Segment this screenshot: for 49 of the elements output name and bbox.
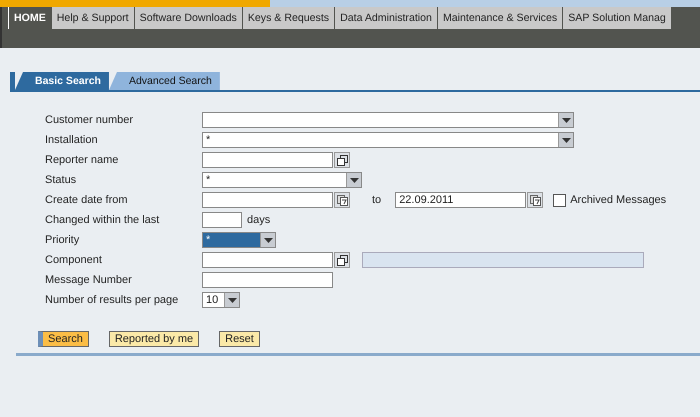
field-label: Priority: [45, 234, 80, 246]
copy-icon: [336, 254, 348, 266]
to-label: to: [372, 194, 382, 206]
dropdown-caret-icon: [228, 298, 236, 302]
field-label: Installation: [45, 134, 99, 146]
action-button[interactable]: Reset: [219, 331, 260, 347]
dropdown-caret-icon: [562, 118, 570, 122]
nav-tab[interactable]: Maintenance & Services: [438, 7, 562, 29]
nav-tab[interactable]: Help & Support: [52, 7, 134, 29]
nav-tab[interactable]: Keys & Requests: [242, 7, 334, 29]
checkbox[interactable]: [553, 194, 566, 206]
field-label: Component: [45, 254, 103, 266]
calendar-button[interactable]: [527, 192, 544, 208]
checkbox-label: Archived Messages: [570, 194, 666, 206]
copy-icon: [336, 154, 348, 166]
calendar-button[interactable]: [334, 192, 350, 208]
dropdown-field[interactable]: 10: [202, 292, 240, 308]
dropdown-field[interactable]: *: [202, 172, 362, 188]
dropdown-field[interactable]: *: [202, 232, 276, 248]
action-button[interactable]: Reported by me: [108, 331, 200, 347]
field-label: Number of results per page: [45, 294, 180, 306]
search-tab[interactable]: Advanced Search: [108, 72, 220, 90]
field-label: Changed within the last: [45, 214, 160, 226]
dropdown-caret-icon: [350, 178, 358, 182]
dropdown-field[interactable]: *: [202, 132, 574, 148]
field-label: Create date from: [45, 194, 129, 206]
dropdown-field[interactable]: [202, 112, 574, 128]
field-label: Message Number: [45, 274, 133, 286]
value-help-button[interactable]: [334, 152, 350, 168]
input-field[interactable]: [202, 152, 333, 168]
action-button[interactable]: Search: [38, 331, 89, 347]
date-field[interactable]: 22.09.2011: [395, 192, 526, 208]
input-field[interactable]: [202, 252, 333, 268]
calendar-icon: [336, 194, 348, 206]
dropdown-caret-icon: [264, 238, 272, 242]
nav-tab[interactable]: Data Administration: [335, 7, 437, 29]
field-label: Status: [45, 174, 78, 186]
nav-tab[interactable]: SAP Solution Manag: [563, 7, 671, 29]
calendar-icon: [530, 194, 541, 206]
dropdown-caret-icon: [562, 138, 570, 142]
unit-label: days: [247, 214, 270, 226]
search-tab[interactable]: Basic Search: [15, 72, 109, 90]
field-label: Customer number: [45, 114, 134, 126]
value-help-button[interactable]: [334, 252, 350, 268]
date-field[interactable]: [202, 192, 333, 208]
nav-tab[interactable]: Software Downloads: [134, 7, 242, 29]
input-field[interactable]: [202, 272, 333, 288]
input-field[interactable]: [202, 212, 242, 228]
field-label: Reporter name: [45, 154, 120, 166]
